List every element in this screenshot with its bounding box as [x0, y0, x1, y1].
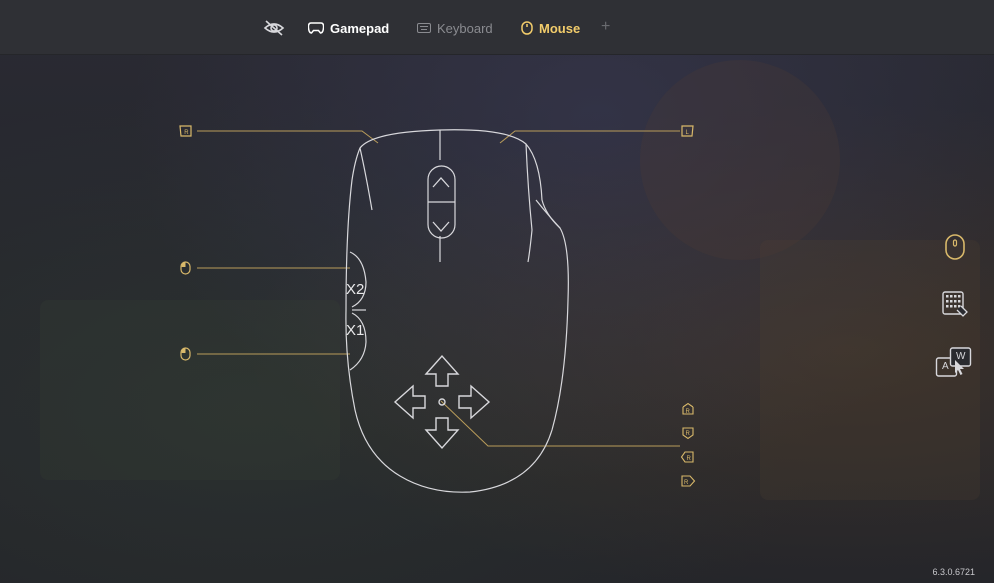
- arrow-up: [424, 354, 460, 387]
- right-stick-right-icon: R: [681, 475, 696, 487]
- key-hint-icon: [935, 347, 972, 377]
- line-arrow-pad: [440, 400, 680, 447]
- mapping-rs-up[interactable]: R: [680, 402, 696, 421]
- svg-text:L: L: [686, 130, 690, 136]
- side-button-x1-label: X1: [346, 322, 365, 339]
- mapping-rs-down[interactable]: R: [680, 426, 696, 445]
- arrow-right: [458, 384, 491, 420]
- mapping-side-x1[interactable]: [180, 347, 192, 367]
- mapping-rs-left[interactable]: R: [680, 450, 696, 469]
- svg-text:R: R: [684, 480, 689, 486]
- svg-text:R: R: [686, 431, 691, 437]
- mapping-lines: [197, 130, 680, 447]
- mapping-left-bumper[interactable]: L: [680, 124, 694, 143]
- mouse-mapping-diagram: [197, 129, 680, 493]
- right-bumper-icon: R: [179, 125, 192, 137]
- line-left-bumper: [499, 130, 680, 144]
- mapping-rs-right[interactable]: R: [680, 474, 696, 493]
- mouse-mode-icon: [945, 234, 965, 260]
- side-button-x2[interactable]: [349, 251, 367, 308]
- mouse-side-contour: [535, 199, 561, 229]
- svg-text:R: R: [184, 130, 189, 136]
- mouse-click-icon: [180, 347, 191, 361]
- mapping-side-x2[interactable]: [180, 261, 192, 281]
- right-stick-left-icon: R: [680, 451, 694, 463]
- mouse-left-button-edge: [359, 147, 373, 211]
- arrow-left: [393, 384, 426, 420]
- key-hint-button[interactable]: A W: [935, 346, 973, 380]
- keyboard-mode-button[interactable]: [941, 290, 969, 323]
- mouse-mode-button[interactable]: [944, 233, 966, 266]
- version-label: 6.3.0.6721: [932, 567, 975, 577]
- line-scroll-up: [197, 130, 379, 144]
- mapping-scroll-up[interactable]: R: [179, 124, 193, 143]
- right-stick-down-icon: R: [682, 427, 694, 440]
- keyboard-mode-icon: [942, 291, 968, 317]
- key-hint-w: W: [956, 351, 966, 362]
- mouse-right-button-edge: [525, 143, 533, 263]
- svg-text:R: R: [687, 456, 692, 462]
- mouse-body: [345, 129, 569, 493]
- key-hint-a: A: [942, 361, 949, 372]
- svg-text:R: R: [686, 409, 691, 415]
- left-bumper-icon: L: [681, 125, 694, 137]
- right-stick-up-icon: R: [682, 402, 694, 415]
- side-button-x2-label: X2: [346, 281, 365, 298]
- arrow-down: [424, 417, 460, 450]
- mouse-outline: [345, 129, 569, 493]
- mouse-click-icon: [180, 261, 191, 275]
